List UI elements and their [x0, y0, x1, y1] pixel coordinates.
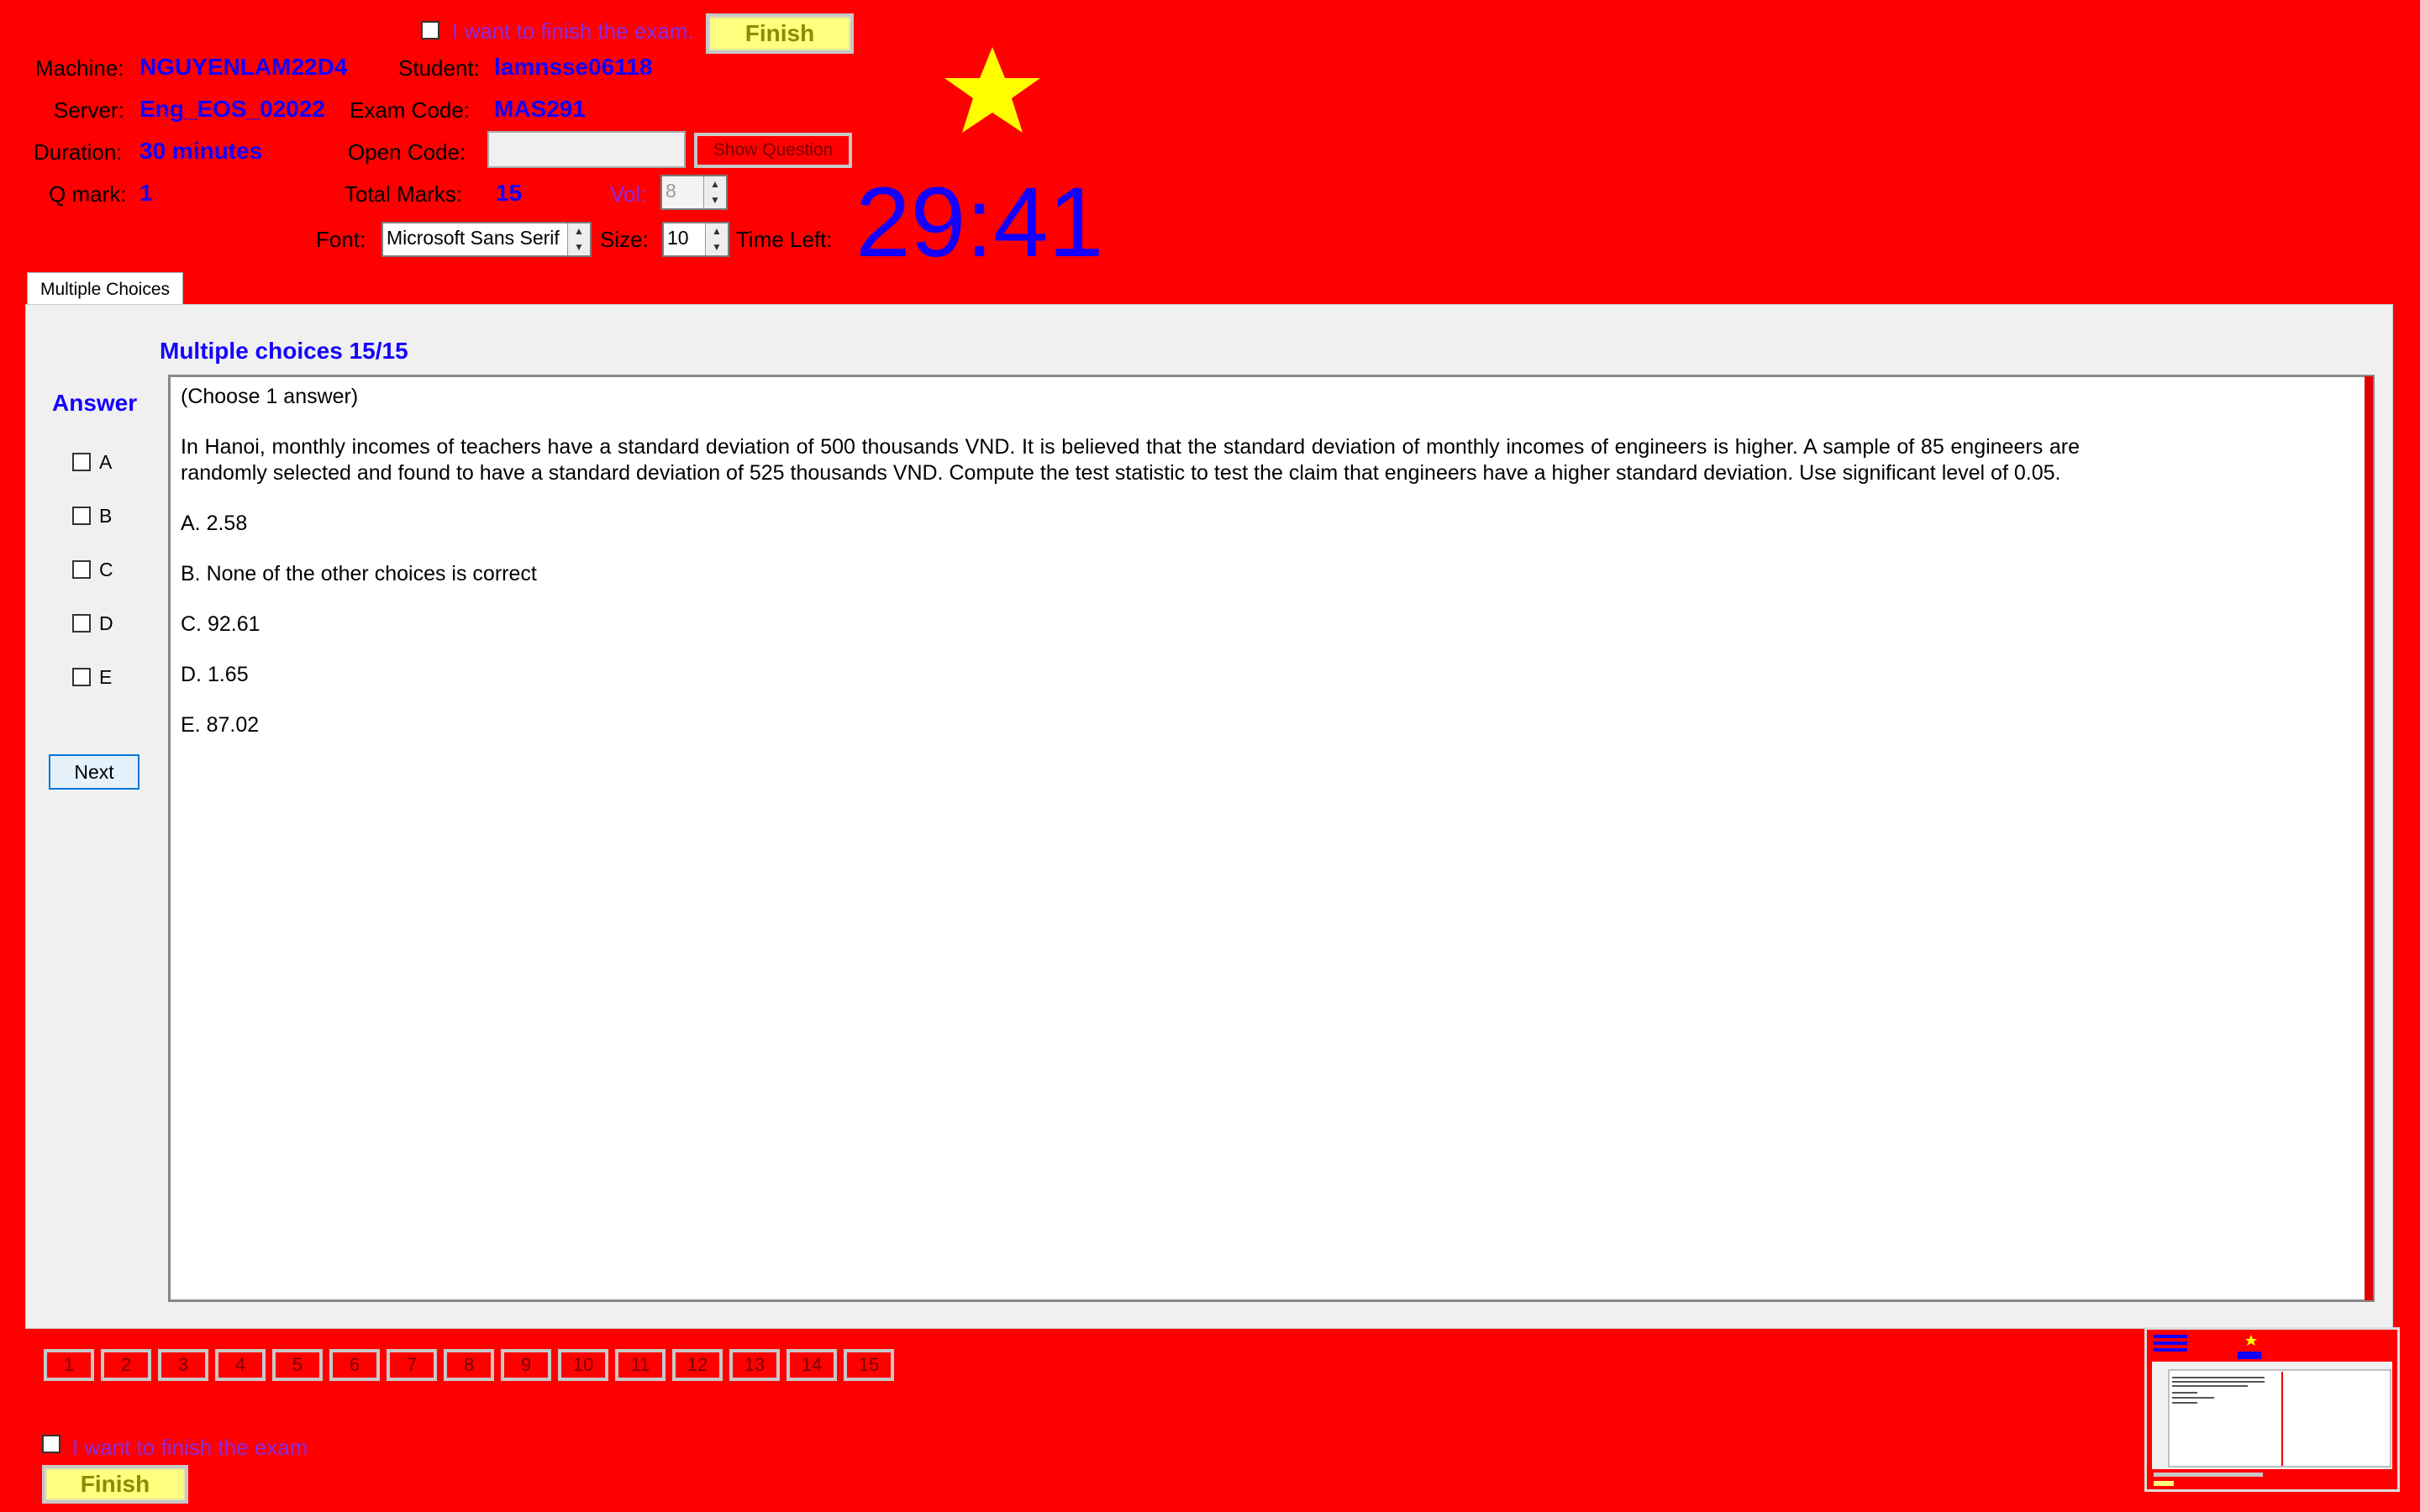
nav-question-9[interactable]: 9 — [501, 1349, 551, 1381]
question-instruction: (Choose 1 answer) — [181, 385, 359, 408]
spin-up-icon[interactable]: ▲ — [706, 223, 728, 239]
duration-label: Duration: — [34, 139, 123, 165]
finish-exam-checkbox-top[interactable] — [421, 21, 439, 39]
answer-option-e[interactable]: E — [72, 650, 113, 704]
spin-up-icon[interactable]: ▲ — [704, 176, 726, 192]
nav-question-8[interactable]: 8 — [444, 1349, 494, 1381]
star-icon — [944, 47, 1040, 133]
spin-up-icon[interactable]: ▲ — [568, 223, 590, 239]
server-value: Eng_EOS_02022 — [139, 96, 326, 122]
answer-checkbox[interactable] — [72, 507, 91, 525]
answer-checkbox[interactable] — [72, 668, 91, 686]
choice-e: E. 87.02 — [181, 713, 260, 737]
nav-question-7[interactable]: 7 — [387, 1349, 437, 1381]
nav-question-3[interactable]: 3 — [158, 1349, 208, 1381]
vol-value: 8 — [666, 180, 676, 202]
server-label: Server: — [54, 97, 124, 123]
answer-checkbox[interactable] — [72, 614, 91, 633]
nav-question-15[interactable]: 15 — [844, 1349, 894, 1381]
answer-option-c[interactable]: C — [72, 543, 113, 596]
question-body: In Hanoi, monthly incomes of teachers ha… — [181, 435, 2080, 485]
open-code-input[interactable] — [487, 131, 686, 168]
nav-question-13[interactable]: 13 — [729, 1349, 780, 1381]
duration-value: 30 minutes — [139, 138, 263, 164]
spin-down-icon[interactable]: ▼ — [706, 239, 728, 255]
question-content: (Choose 1 answer) In Hanoi, monthly inco… — [168, 375, 2375, 1302]
answer-checkbox[interactable] — [72, 453, 91, 471]
show-question-button[interactable]: Show Question — [694, 133, 852, 168]
choice-a: A. 2.58 — [181, 512, 248, 535]
nav-question-2[interactable]: 2 — [101, 1349, 151, 1381]
nav-question-4[interactable]: 4 — [215, 1349, 266, 1381]
finish-exam-label-top: I want to finish the exam. — [452, 18, 694, 44]
machine-label: Machine: — [35, 55, 124, 81]
answer-options: A B C D E — [72, 435, 113, 704]
qmark-label: Q mark: — [49, 181, 127, 207]
spin-down-icon[interactable]: ▼ — [704, 192, 726, 208]
qmark-value: 1 — [139, 180, 153, 206]
choice-b: B. None of the other choices is correct — [181, 562, 537, 585]
vol-spinner[interactable]: 8 ▲ ▼ — [660, 175, 728, 210]
nav-question-5[interactable]: 5 — [272, 1349, 323, 1381]
font-selector[interactable]: Microsoft Sans Serif ▲ ▼ — [381, 222, 592, 257]
question-title: Multiple choices 15/15 — [160, 338, 408, 364]
answer-label: Answer — [52, 390, 138, 416]
time-left-label: Time Left: — [736, 227, 833, 252]
exam-code-value: MAS291 — [494, 96, 586, 122]
student-label: Student: — [398, 55, 480, 81]
font-value: Microsoft Sans Serif — [387, 227, 560, 249]
time-left-value: 29:41 — [855, 167, 1104, 278]
student-value: lamnsse06118 — [494, 54, 653, 80]
next-button[interactable]: Next — [49, 754, 139, 790]
nav-question-1[interactable]: 1 — [44, 1349, 94, 1381]
question-nav: 1 2 3 4 5 6 7 8 9 10 11 12 13 14 15 — [44, 1349, 894, 1381]
finish-button-bottom[interactable]: Finish — [42, 1465, 188, 1504]
question-scrollbar[interactable] — [2365, 376, 2373, 1300]
nav-question-10[interactable]: 10 — [558, 1349, 608, 1381]
nav-question-6[interactable]: 6 — [329, 1349, 380, 1381]
choice-d: D. 1.65 — [181, 663, 249, 686]
size-label: Size: — [600, 227, 649, 252]
tab-multiple-choices[interactable]: Multiple Choices — [27, 272, 183, 306]
answer-checkbox[interactable] — [72, 560, 91, 579]
open-code-label: Open Code: — [348, 139, 466, 165]
font-label: Font: — [316, 227, 366, 252]
finish-exam-label-bottom: I want to finish the exam — [72, 1435, 308, 1460]
thumbnail-preview-image — [2152, 1335, 2392, 1486]
nav-question-12[interactable]: 12 — [672, 1349, 723, 1381]
nav-question-11[interactable]: 11 — [615, 1349, 666, 1381]
machine-value: NGUYENLAM22D4 — [139, 54, 348, 80]
spin-down-icon[interactable]: ▼ — [568, 239, 590, 255]
exam-code-label: Exam Code: — [350, 97, 471, 123]
vol-label: Vol: — [610, 181, 647, 207]
answer-option-a[interactable]: A — [72, 435, 113, 489]
nav-question-14[interactable]: 14 — [786, 1349, 837, 1381]
total-marks-label: Total Marks: — [345, 181, 463, 207]
choice-c: C. 92.61 — [181, 612, 260, 636]
answer-option-b[interactable]: B — [72, 489, 113, 543]
finish-button-top[interactable]: Finish — [706, 13, 854, 54]
size-value: 10 — [667, 227, 689, 249]
size-spinner[interactable]: 10 ▲ ▼ — [662, 222, 729, 257]
finish-exam-checkbox-bottom[interactable] — [42, 1435, 60, 1453]
total-marks-value: 15 — [496, 180, 523, 206]
answer-option-d[interactable]: D — [72, 596, 113, 650]
window-thumbnail[interactable] — [2144, 1327, 2400, 1492]
